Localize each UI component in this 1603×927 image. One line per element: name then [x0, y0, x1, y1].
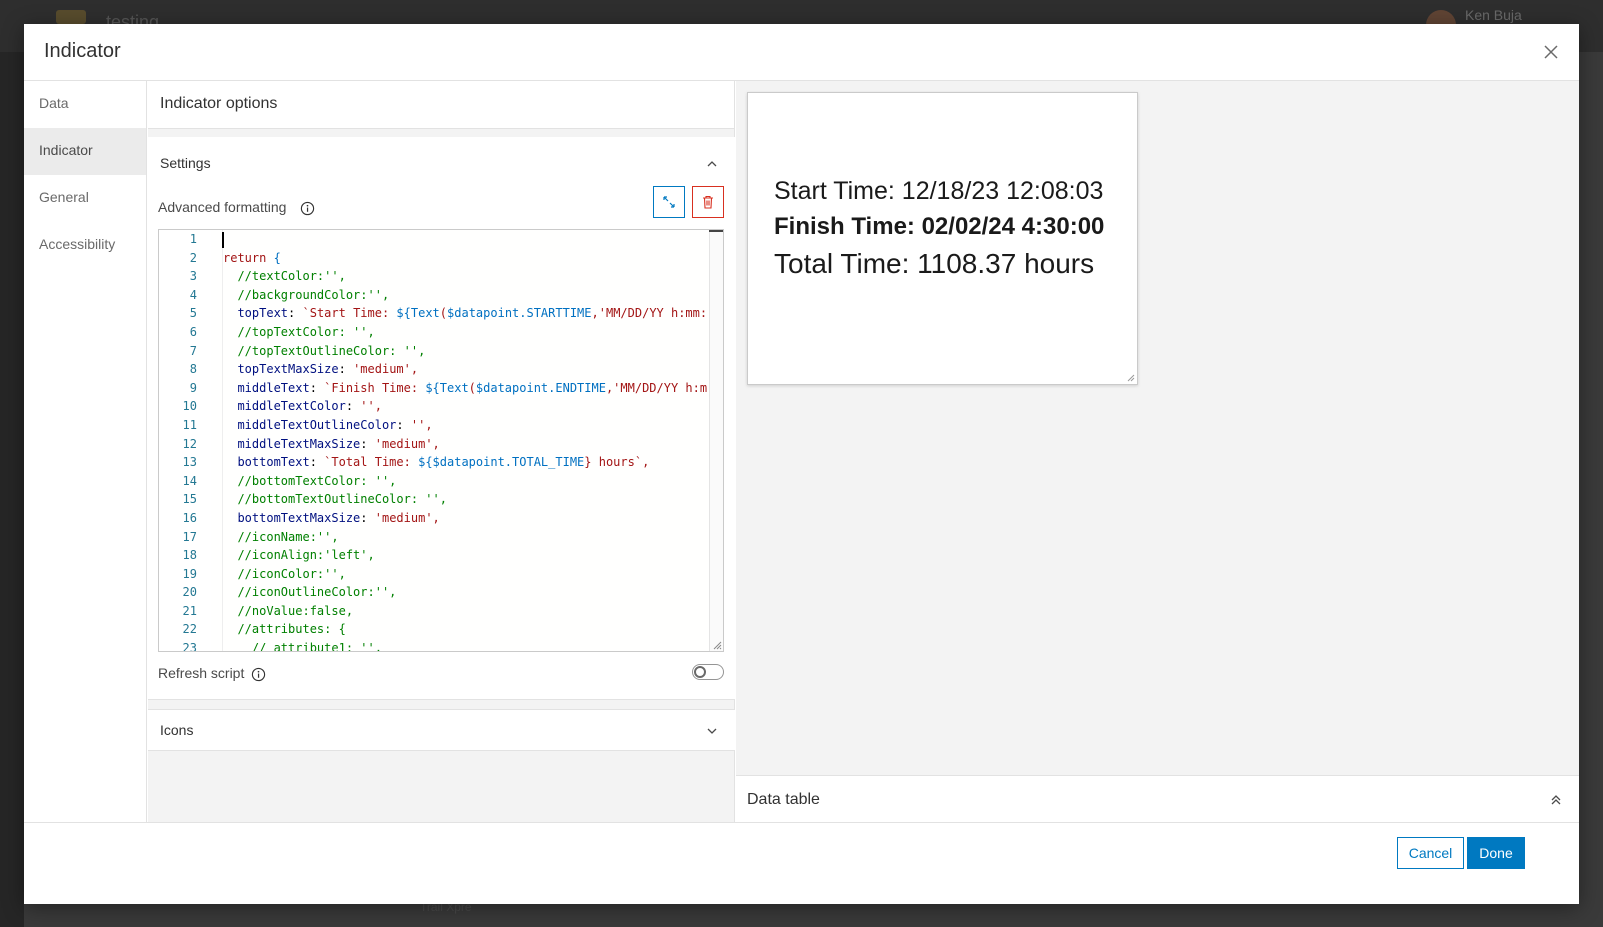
refresh-script-toggle[interactable] — [692, 664, 724, 680]
expand-editor-button[interactable] — [653, 186, 685, 218]
code-line: //bottomTextColor: '', — [223, 473, 397, 488]
scrollbar-marker — [709, 230, 723, 232]
done-button[interactable]: Done — [1467, 837, 1525, 869]
dialog-header: Indicator — [24, 24, 1579, 81]
code-line: middleText: `Finish Time: ${Text($datapo… — [237, 380, 708, 395]
code-line: middleTextColor: '', — [237, 399, 382, 414]
code-line: //noValue:false, — [223, 603, 354, 618]
code-line: return { — [223, 250, 281, 265]
double-chevron-up-icon[interactable] — [1549, 793, 1563, 807]
code-line: //topTextColor: '', — [223, 324, 375, 339]
line-number-gutter: 1 2 3 4 5 6 7 8 9 10 11 12 13 14 15 16 17 18 19 20 21 22 23 — [159, 230, 211, 651]
code-line: //iconColor:'', — [223, 566, 346, 581]
resize-grip-icon[interactable] — [1127, 374, 1135, 382]
icons-section[interactable]: Icons — [148, 709, 735, 751]
line-number: 11 — [182, 417, 197, 432]
line-number: 6 — [189, 324, 197, 339]
preview-middle-text: Finish Time: 02/02/24 4:30:00 — [774, 213, 1105, 240]
info-icon[interactable] — [251, 667, 266, 682]
app-logo — [56, 10, 86, 24]
indicator-preview-card: Start Time: 12/18/23 12:08:03 Finish Tim… — [747, 92, 1138, 385]
data-table-panel[interactable]: Data table — [736, 775, 1579, 822]
line-number: 14 — [182, 473, 197, 488]
code-line: //attributes: { — [223, 622, 346, 637]
user-name: Ken Buja — [1465, 7, 1522, 23]
dialog-footer: Cancel Done — [24, 822, 1579, 904]
code-line: topText: `Start Time: ${Text($datapoint.… — [237, 306, 708, 321]
resize-grip-icon[interactable] — [712, 640, 722, 650]
line-number: 13 — [182, 455, 197, 470]
preview-top-text: Start Time: 12/18/23 12:08:03 — [774, 177, 1104, 205]
preview-bottom-text: Total Time: 1108.37 hours — [774, 248, 1095, 279]
indicator-dialog: Indicator Data Indicator General Accessi… — [24, 24, 1579, 904]
nav-item-general[interactable]: General — [24, 175, 146, 222]
line-number: 8 — [189, 362, 197, 377]
options-header: Indicator options — [148, 81, 734, 129]
line-number: 19 — [182, 566, 197, 581]
line-number: 22 — [182, 622, 197, 637]
line-number: 7 — [189, 343, 197, 358]
expand-icon — [663, 196, 675, 208]
code-editor[interactable]: 1 2 3 4 5 6 7 8 9 10 11 12 13 14 15 16 17 18 19 20 21 22 23 re… — [158, 229, 724, 652]
line-number: 12 — [182, 436, 197, 451]
indicator-options-panel: Indicator options Settings Advanced form… — [148, 81, 735, 822]
editor-scrollbar[interactable] — [709, 230, 723, 651]
refresh-script-label: Refresh script — [158, 665, 245, 681]
close-icon — [1544, 45, 1558, 59]
dialog-title: Indicator — [44, 40, 121, 62]
chevron-up-icon[interactable] — [705, 157, 719, 171]
line-number: 18 — [182, 548, 197, 563]
toggle-knob — [694, 666, 706, 678]
delete-script-button[interactable] — [692, 186, 724, 218]
settings-section: Settings Advanced formatting 1 2 3 4 5 6… — [148, 137, 735, 700]
code-lines[interactable]: return { //textColor:'', //backgroundCol… — [222, 230, 714, 651]
code-line: //topTextOutlineColor: '', — [223, 343, 426, 358]
line-number: 2 — [189, 250, 197, 265]
line-number: 9 — [189, 380, 197, 395]
nav-item-accessibility[interactable]: Accessibility — [24, 222, 146, 269]
info-icon[interactable] — [300, 201, 315, 216]
line-number: 1 — [189, 232, 197, 246]
icons-title[interactable]: Icons — [160, 722, 193, 738]
close-button[interactable] — [1539, 40, 1563, 64]
line-number: 5 — [189, 306, 197, 321]
line-number: 20 — [182, 585, 197, 600]
code-line: // attribute1: '', — [223, 641, 382, 651]
line-number: 16 — [182, 510, 197, 525]
code-line: //iconName:'', — [223, 529, 339, 544]
code-line: middleTextMaxSize: 'medium', — [237, 436, 440, 451]
dialog-nav: Data Indicator General Accessibility — [24, 81, 147, 822]
code-line: bottomTextMaxSize: 'medium', — [237, 510, 440, 525]
line-number: 10 — [182, 399, 197, 414]
preview-area: Start Time: 12/18/23 12:08:03 Finish Tim… — [736, 81, 1579, 822]
advanced-formatting-label: Advanced formatting — [158, 199, 287, 215]
line-number: 21 — [182, 603, 197, 618]
nav-item-indicator[interactable]: Indicator — [24, 128, 146, 175]
background-sidebar — [0, 52, 24, 927]
line-number: 17 — [182, 529, 197, 544]
line-number: 4 — [189, 287, 197, 302]
settings-title[interactable]: Settings — [160, 155, 211, 171]
code-line: //backgroundColor:'', — [223, 287, 390, 302]
code-line: //iconOutlineColor:'', — [223, 585, 397, 600]
line-number: 3 — [189, 269, 197, 284]
code-line: topTextMaxSize: 'medium', — [237, 362, 419, 377]
nav-item-data[interactable]: Data — [24, 81, 146, 128]
code-line: //bottomTextOutlineColor: '', — [223, 492, 447, 507]
data-table-label: Data table — [747, 791, 820, 808]
line-number: 23 — [182, 641, 197, 652]
code-line: //iconAlign:'left', — [223, 548, 375, 563]
cancel-button[interactable]: Cancel — [1397, 837, 1464, 869]
line-number: 15 — [182, 492, 197, 507]
trash-icon — [703, 195, 713, 209]
text-cursor — [222, 232, 224, 248]
chevron-down-icon[interactable] — [705, 724, 719, 738]
code-line: //textColor:'', — [223, 269, 346, 284]
code-line: middleTextOutlineColor: '', — [237, 417, 433, 432]
code-line: bottomText: `Total Time: ${$datapoint.TO… — [237, 455, 650, 470]
